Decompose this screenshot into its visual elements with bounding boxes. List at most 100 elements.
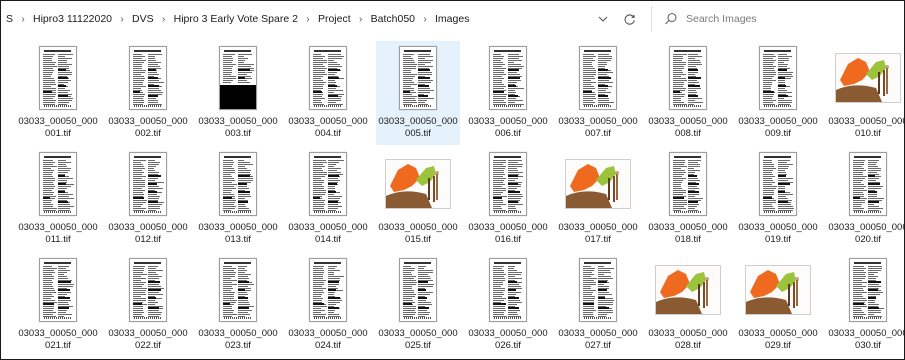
file-name-line2: 007.tif: [585, 127, 611, 139]
breadcrumb-item[interactable]: Batch050: [370, 13, 416, 25]
search-input[interactable]: [686, 13, 886, 25]
file-item[interactable]: 03033_00050_000 027.tif: [556, 253, 640, 357]
image-thumbnail: [385, 159, 451, 209]
file-item[interactable]: 03033_00050_000 030.tif: [826, 253, 904, 357]
document-thumbnail: [849, 258, 887, 322]
file-name-line2: 004.tif: [315, 127, 341, 139]
thumbnail-container: [466, 147, 550, 221]
file-item[interactable]: 03033_00050_000 011.tif: [16, 147, 100, 251]
file-item[interactable]: 03033_00050_000 015.tif: [376, 147, 460, 251]
breadcrumb-item[interactable]: Hipro 3 Early Vote Spare 2: [173, 13, 299, 25]
breadcrumb-item[interactable]: DVS: [131, 13, 155, 25]
file-item[interactable]: 03033_00050_000 018.tif: [646, 147, 730, 251]
breadcrumb-item[interactable]: Project: [317, 13, 352, 25]
file-name: 03033_00050_000 021.tif: [15, 328, 101, 351]
file-name: 03033_00050_000 001.tif: [15, 116, 101, 139]
chevron-right-icon[interactable]: ›: [113, 14, 131, 25]
file-name-line2: 021.tif: [45, 339, 71, 351]
document-thumbnail: [129, 46, 167, 110]
thumbnail-container: [376, 41, 460, 115]
address-history-dropdown[interactable]: [597, 13, 609, 25]
file-name: 03033_00050_000 023.tif: [195, 328, 281, 351]
file-item[interactable]: 03033_00050_000 001.tif: [16, 41, 100, 145]
chevron-right-icon[interactable]: ›: [155, 14, 173, 25]
file-name-line1: 03033_00050_000: [288, 328, 368, 339]
file-item[interactable]: 03033_00050_000 007.tif: [556, 41, 640, 145]
image-thumbnail: [835, 53, 901, 103]
thumbnail-container: [646, 41, 730, 115]
file-item[interactable]: 03033_00050_000 002.tif: [106, 41, 190, 145]
file-item[interactable]: 03033_00050_000 006.tif: [466, 41, 550, 145]
file-name: 03033_00050_000 022.tif: [105, 328, 191, 351]
file-name: 03033_00050_000 008.tif: [645, 116, 731, 139]
file-name-line2: 024.tif: [315, 339, 341, 351]
document-thumbnail: [309, 152, 347, 216]
file-name: 03033_00050_000 013.tif: [195, 222, 281, 245]
thumbnail-container: [466, 41, 550, 115]
chevron-right-icon[interactable]: ›: [14, 14, 32, 25]
file-name-line2: 029.tif: [765, 339, 791, 351]
file-item[interactable]: 03033_00050_000 012.tif: [106, 147, 190, 251]
document-thumbnail: [669, 46, 707, 110]
file-name-line2: 003.tif: [225, 127, 251, 139]
file-name-line1: 03033_00050_000: [468, 116, 548, 127]
document-thumbnail: [129, 152, 167, 216]
file-name: 03033_00050_000 027.tif: [555, 328, 641, 351]
breadcrumb-item[interactable]: S: [5, 13, 14, 25]
document-thumbnail: [219, 46, 257, 110]
file-name-line1: 03033_00050_000: [738, 222, 818, 233]
file-name-line1: 03033_00050_000: [558, 222, 638, 233]
file-name: 03033_00050_000 005.tif: [375, 116, 461, 139]
document-thumbnail: [399, 46, 437, 110]
file-name: 03033_00050_000 029.tif: [735, 328, 821, 351]
refresh-button[interactable]: [621, 11, 637, 27]
file-name: 03033_00050_000 003.tif: [195, 116, 281, 139]
thumbnail-container: [736, 147, 820, 221]
file-item[interactable]: 03033_00050_000 003.tif: [196, 41, 280, 145]
file-item[interactable]: 03033_00050_000 024.tif: [286, 253, 370, 357]
address-bar[interactable]: S › Hipro3 11122020 › DVS › Hipro 3 Early Vote…: [5, 6, 645, 32]
chevron-right-icon[interactable]: ›: [416, 14, 434, 25]
file-name-line1: 03033_00050_000: [108, 328, 188, 339]
thumbnail-container: [826, 147, 904, 221]
file-item[interactable]: 03033_00050_000 004.tif: [286, 41, 370, 145]
file-name-line2: 025.tif: [405, 339, 431, 351]
file-item[interactable]: 03033_00050_000 022.tif: [106, 253, 190, 357]
file-item[interactable]: 03033_00050_000 025.tif: [376, 253, 460, 357]
thumbnail-container: [736, 41, 820, 115]
file-item[interactable]: 03033_00050_000 026.tif: [466, 253, 550, 357]
navigation-bar: S › Hipro3 11122020 › DVS › Hipro 3 Early Vote…: [1, 1, 904, 39]
file-name-line1: 03033_00050_000: [648, 328, 728, 339]
image-thumbnail: [565, 159, 631, 209]
file-name-line2: 005.tif: [405, 127, 431, 139]
file-item[interactable]: 03033_00050_000 021.tif: [16, 253, 100, 357]
file-item[interactable]: 03033_00050_000 028.tif: [646, 253, 730, 357]
thumbnail-container: [196, 253, 280, 327]
chevron-right-icon[interactable]: ›: [299, 14, 317, 25]
file-name: 03033_00050_000 020.tif: [825, 222, 904, 245]
document-thumbnail: [219, 258, 257, 322]
chevron-right-icon[interactable]: ›: [352, 14, 370, 25]
file-item[interactable]: 03033_00050_000 029.tif: [736, 253, 820, 357]
file-item[interactable]: 03033_00050_000 010.tif: [826, 41, 904, 145]
search-box[interactable]: [651, 6, 904, 32]
file-name-line1: 03033_00050_000: [558, 116, 638, 127]
file-item[interactable]: 03033_00050_000 005.tif: [376, 41, 460, 145]
file-item[interactable]: 03033_00050_000 017.tif: [556, 147, 640, 251]
file-item[interactable]: 03033_00050_000 013.tif: [196, 147, 280, 251]
file-name: 03033_00050_000 017.tif: [555, 222, 641, 245]
file-item[interactable]: 03033_00050_000 016.tif: [466, 147, 550, 251]
file-item[interactable]: 03033_00050_000 019.tif: [736, 147, 820, 251]
file-name-line2: 020.tif: [855, 233, 881, 245]
file-item[interactable]: 03033_00050_000 009.tif: [736, 41, 820, 145]
file-item[interactable]: 03033_00050_000 008.tif: [646, 41, 730, 145]
document-thumbnail: [489, 258, 527, 322]
file-item[interactable]: 03033_00050_000 014.tif: [286, 147, 370, 251]
breadcrumb-item[interactable]: Hipro3 11122020: [32, 13, 113, 25]
file-item[interactable]: 03033_00050_000 023.tif: [196, 253, 280, 357]
file-name-line1: 03033_00050_000: [198, 328, 278, 339]
file-item[interactable]: 03033_00050_000 020.tif: [825, 147, 904, 251]
file-name-line2: 016.tif: [495, 233, 521, 245]
file-name-line2: 002.tif: [135, 127, 161, 139]
breadcrumb-item[interactable]: Images: [434, 13, 470, 25]
